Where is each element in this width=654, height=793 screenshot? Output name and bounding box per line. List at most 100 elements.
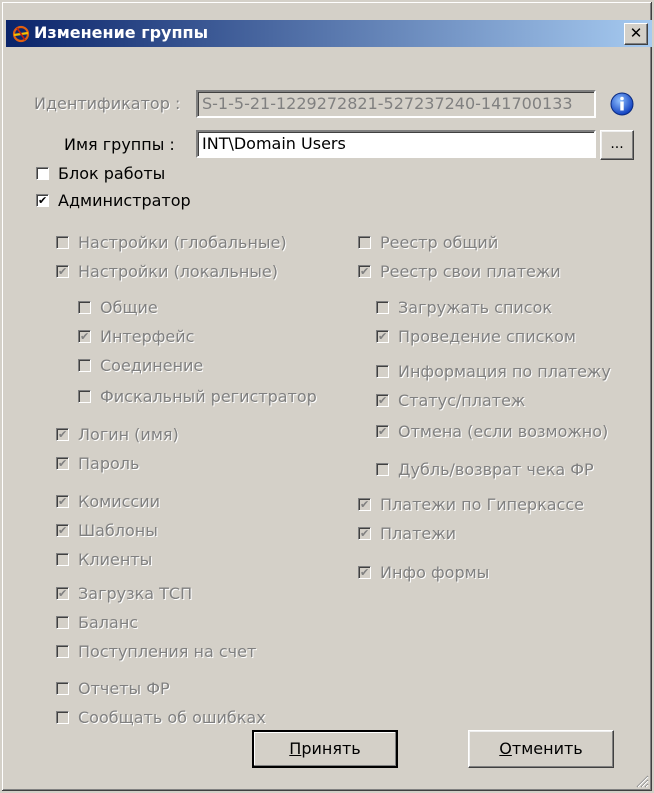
left-checkbox-1[interactable]: ✔ Настройки (локальные) [56,260,278,282]
checkbox-box[interactable] [78,389,91,403]
checkbox-label: Дубль/возврат чека ФР [398,459,594,479]
group-name-label: Имя группы : [64,135,175,154]
right-checkbox-6[interactable]: ✔ Отмена (если возможно) [376,420,608,442]
checkbox-label: Отмена (если возможно) [398,421,609,441]
checkbox-label: Загружать список [398,297,553,317]
checkbox-box[interactable]: ✔ [358,497,371,511]
right-checkbox-4[interactable]: Информация по платежу [376,360,611,382]
checkbox-box[interactable]: ✔ [358,565,371,579]
checkbox-box[interactable] [376,364,389,378]
accept-label: ринять [301,739,361,758]
left-checkbox-9[interactable]: ✔ Шаблоны [56,519,158,541]
checkbox-label: Клиенты [78,549,153,569]
checkbox-box[interactable]: ✔ [56,456,69,470]
checkbox-box[interactable] [56,644,69,658]
checkbox-label: Сообщать об ошибках [78,707,266,727]
checkbox-box[interactable] [56,235,69,249]
checkbox-box[interactable] [358,235,371,249]
right-checkbox-2[interactable]: Загружать список [376,296,552,318]
group-name-field[interactable]: INT\Domain Users [196,130,596,158]
check-icon: ✔ [378,424,388,438]
right-checkbox-8[interactable]: ✔ Платежи по Гиперкассе [358,493,584,515]
left-checkbox-3[interactable]: ✔ Интерфейс [78,325,194,347]
checkbox-box[interactable] [36,166,49,180]
accept-button[interactable]: Принять [252,730,398,768]
check-icon: ✔ [58,427,68,441]
right-checkbox-0[interactable]: Реестр общий [358,231,498,253]
check-icon: ✔ [360,264,370,278]
checkbox-label: Реестр общий [380,232,499,252]
identifier-field[interactable]: S-1-5-21-1229272821-527237240-141700133 [196,90,596,118]
info-icon[interactable] [610,92,634,116]
checkbox-box[interactable] [376,462,389,476]
resize-grip-icon[interactable] [635,774,649,788]
checkbox-label: Отчеты ФР [78,678,170,698]
checkbox-box[interactable]: ✔ [56,523,69,537]
title-bar[interactable]: Изменение группы ✕ [6,20,652,47]
close-icon: ✕ [629,24,643,42]
checkbox-label: Баланс [78,612,139,632]
close-button[interactable]: ✕ [624,23,648,45]
checkbox-label: Реестр свои платежи [380,261,561,281]
left-checkbox-7[interactable]: ✔ Пароль [56,452,139,474]
left-checkbox-14[interactable]: Отчеты ФР [56,677,170,699]
checkbox-label: Пароль [78,453,140,473]
checkbox-block-work[interactable]: Блок работы [36,162,165,184]
left-checkbox-8[interactable]: ✔ Комиссии [56,490,160,512]
checkbox-box[interactable] [56,681,69,695]
dialog-window: Изменение группы ✕ Идентификатор : S-1-5… [0,0,654,793]
checkbox-box[interactable]: ✔ [36,193,49,207]
checkbox-label: Шаблоны [78,520,158,540]
checkbox-box[interactable]: ✔ [376,329,389,343]
right-checkbox-5[interactable]: ✔ Статус/платеж [376,389,525,411]
cancel-button[interactable]: Отменить [468,730,614,768]
checkbox-box[interactable] [56,552,69,566]
checkbox-label: Общие [100,297,158,317]
browse-button[interactable]: ... [600,130,634,160]
checkbox-box[interactable]: ✔ [358,264,371,278]
left-checkbox-2[interactable]: Общие [78,296,158,318]
left-checkbox-6[interactable]: ✔ Логин (имя) [56,423,179,445]
checkbox-box[interactable]: ✔ [56,586,69,600]
checkbox-label: Платежи [380,523,457,543]
left-checkbox-12[interactable]: Баланс [56,611,138,633]
checkbox-box[interactable]: ✔ [56,427,69,441]
checkbox-box[interactable] [376,300,389,314]
left-checkbox-5[interactable]: Фискальный регистратор [78,385,317,407]
checkbox-label: Загрузка ТСП [78,583,193,603]
checkbox-box[interactable] [56,710,69,724]
right-checkbox-1[interactable]: ✔ Реестр свои платежи [358,260,561,282]
checkbox-administrator[interactable]: ✔ Администратор [36,189,191,211]
checkbox-label: Проведение списком [398,326,576,346]
left-checkbox-13[interactable]: Поступления на счет [56,640,256,662]
identifier-label: Идентификатор : [34,94,181,113]
cancel-label: тменить [511,739,583,758]
checkbox-box[interactable]: ✔ [376,424,389,438]
check-icon: ✔ [360,497,370,511]
cancel-hotkey: О [499,739,512,758]
checkbox-label: Фискальный регистратор [100,386,317,406]
checkbox-box[interactable] [56,615,69,629]
left-checkbox-10[interactable]: Клиенты [56,548,152,570]
left-checkbox-4[interactable]: Соединение [78,354,203,376]
right-checkbox-7[interactable]: Дубль/возврат чека ФР [376,458,594,480]
right-checkbox-3[interactable]: ✔ Проведение списком [376,325,576,347]
checkbox-box[interactable]: ✔ [358,526,371,540]
window-title: Изменение группы [34,23,209,42]
checkbox-box[interactable]: ✔ [56,494,69,508]
checkbox-box[interactable]: ✔ [376,393,389,407]
checkbox-box[interactable] [78,300,91,314]
left-checkbox-11[interactable]: ✔ Загрузка ТСП [56,582,192,604]
right-checkbox-10[interactable]: ✔ Инфо формы [358,561,489,583]
checkbox-label: Настройки (локальные) [78,261,279,281]
checkbox-label: Комиссии [78,491,161,511]
checkbox-box[interactable] [78,358,91,372]
check-icon: ✔ [80,329,90,343]
left-checkbox-15[interactable]: Сообщать об ошибках [56,706,266,728]
checkbox-box[interactable]: ✔ [56,264,69,278]
left-checkbox-0[interactable]: Настройки (глобальные) [56,231,287,253]
checkbox-label: Статус/платеж [398,390,526,410]
right-checkbox-9[interactable]: ✔ Платежи [358,522,456,544]
check-icon: ✔ [360,526,370,540]
checkbox-box[interactable]: ✔ [78,329,91,343]
